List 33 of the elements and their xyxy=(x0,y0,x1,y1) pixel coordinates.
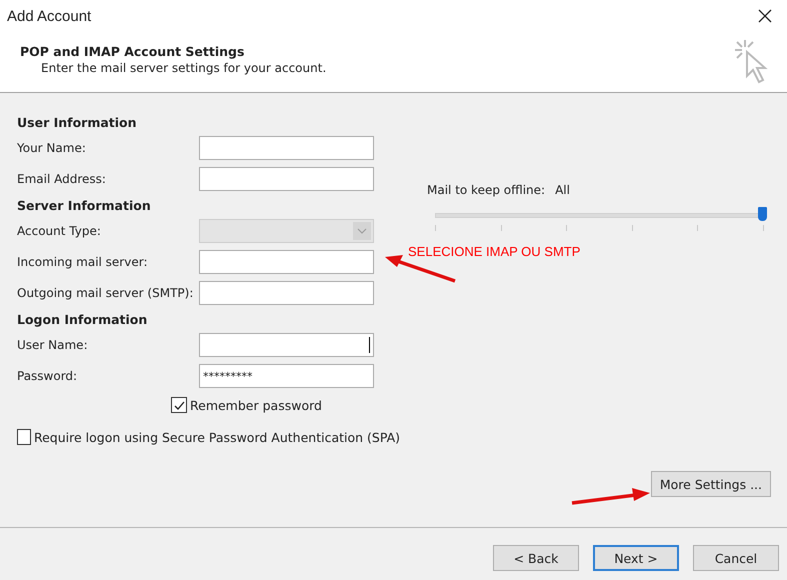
section-heading: Server Information xyxy=(17,198,152,213)
input-field[interactable] xyxy=(199,250,374,274)
checkbox-option[interactable]: Remember password xyxy=(171,397,400,413)
window-title: Add Account xyxy=(7,8,92,24)
more-settings-button[interactable]: More Settings ... xyxy=(650,471,771,497)
section-heading: User Information xyxy=(17,115,138,130)
field-label: Incoming mail server: xyxy=(17,255,148,269)
dialog-button[interactable]: Cancel xyxy=(693,545,779,571)
checkbox-option[interactable]: Require logon using Secure Password Authentication (SPA) xyxy=(17,429,400,445)
offline-value: All xyxy=(555,183,570,197)
field-label: Your Name: xyxy=(17,141,87,155)
input-field[interactable] xyxy=(199,333,374,357)
page-subtitle: Enter the mail server settings for your account. xyxy=(40,61,326,75)
input-field[interactable]: ********* xyxy=(199,364,374,388)
slider-thumb[interactable] xyxy=(758,207,767,221)
field-label: Account Type: xyxy=(17,224,102,238)
field-label: User Name: xyxy=(17,338,89,352)
dialog-button[interactable]: Next > xyxy=(593,545,679,571)
annotation-text: SELECIONE IMAP OU SMTP xyxy=(408,244,580,259)
input-field[interactable] xyxy=(199,167,374,191)
offline-label: Mail to keep offline: xyxy=(427,183,546,197)
field-label: Password: xyxy=(17,369,78,383)
cursor-click-icon xyxy=(733,38,769,84)
close-icon xyxy=(758,9,772,23)
field-label: Email Address: xyxy=(17,172,107,186)
checkbox[interactable] xyxy=(17,429,31,445)
dialog-button[interactable]: < Back xyxy=(493,545,579,571)
section-heading: Logon Information xyxy=(17,312,148,327)
checkbox[interactable] xyxy=(171,397,187,413)
field-label: Outgoing mail server (SMTP): xyxy=(17,286,194,300)
page-heading: POP and IMAP Account Settings xyxy=(20,44,246,59)
input-field[interactable] xyxy=(199,281,374,305)
input-field[interactable] xyxy=(199,136,374,160)
